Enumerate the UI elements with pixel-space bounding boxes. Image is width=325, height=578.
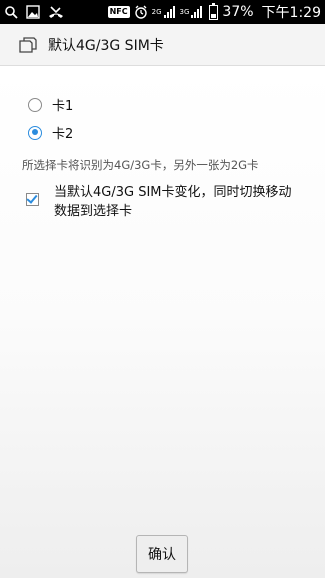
option-card-2[interactable]: 卡2 xyxy=(28,123,73,142)
dialog-content: 卡1 卡2 所选择卡将识别为4G/3G卡，另外一张为2G卡 当默认4G/3G S… xyxy=(0,66,325,578)
switch-data-option[interactable]: 当默认4G/3G SIM卡变化，同时切换移动数据到选择卡 xyxy=(26,183,316,221)
switch-data-checkbox[interactable] xyxy=(26,192,39,206)
check-icon xyxy=(26,192,38,204)
image-icon xyxy=(26,5,40,19)
option-label: 卡2 xyxy=(52,127,74,142)
option-label: 卡1 xyxy=(52,99,74,114)
switch-data-label: 当默认4G/3G SIM卡变化，同时切换移动数据到选择卡 xyxy=(54,185,292,219)
status-bar-right: NFC 2G 3G 37% 下午1:29 xyxy=(107,2,321,22)
clock: 下午1:29 xyxy=(261,5,321,21)
battery-percent: 37% xyxy=(222,4,254,20)
sim-card-icon xyxy=(18,36,38,53)
page-title: 默认4G/3G SIM卡 xyxy=(48,37,164,54)
confirm-button[interactable]: 确认 xyxy=(136,535,188,573)
signal-icon xyxy=(191,6,203,18)
sim-note: 所选择卡将识别为4G/3G卡，另外一张为2G卡 xyxy=(22,158,259,172)
status-bar: NFC 2G 3G 37% 下午1:29 xyxy=(0,0,325,24)
search-icon xyxy=(4,5,18,19)
status-bar-left xyxy=(4,5,64,19)
alarm-icon xyxy=(134,5,148,19)
signal-icon xyxy=(163,6,176,18)
option-card-1[interactable]: 卡1 xyxy=(28,95,73,114)
network-type-label-2: 3G xyxy=(179,8,190,16)
dialog-header: 默认4G/3G SIM卡 xyxy=(0,24,325,66)
radio-card-2[interactable] xyxy=(28,125,42,140)
radio-card-1[interactable] xyxy=(28,97,42,112)
network-type-label-1: 2G xyxy=(151,8,162,16)
missed-call-icon xyxy=(48,5,64,19)
nfc-icon: NFC xyxy=(107,6,130,18)
battery-icon xyxy=(209,2,219,20)
